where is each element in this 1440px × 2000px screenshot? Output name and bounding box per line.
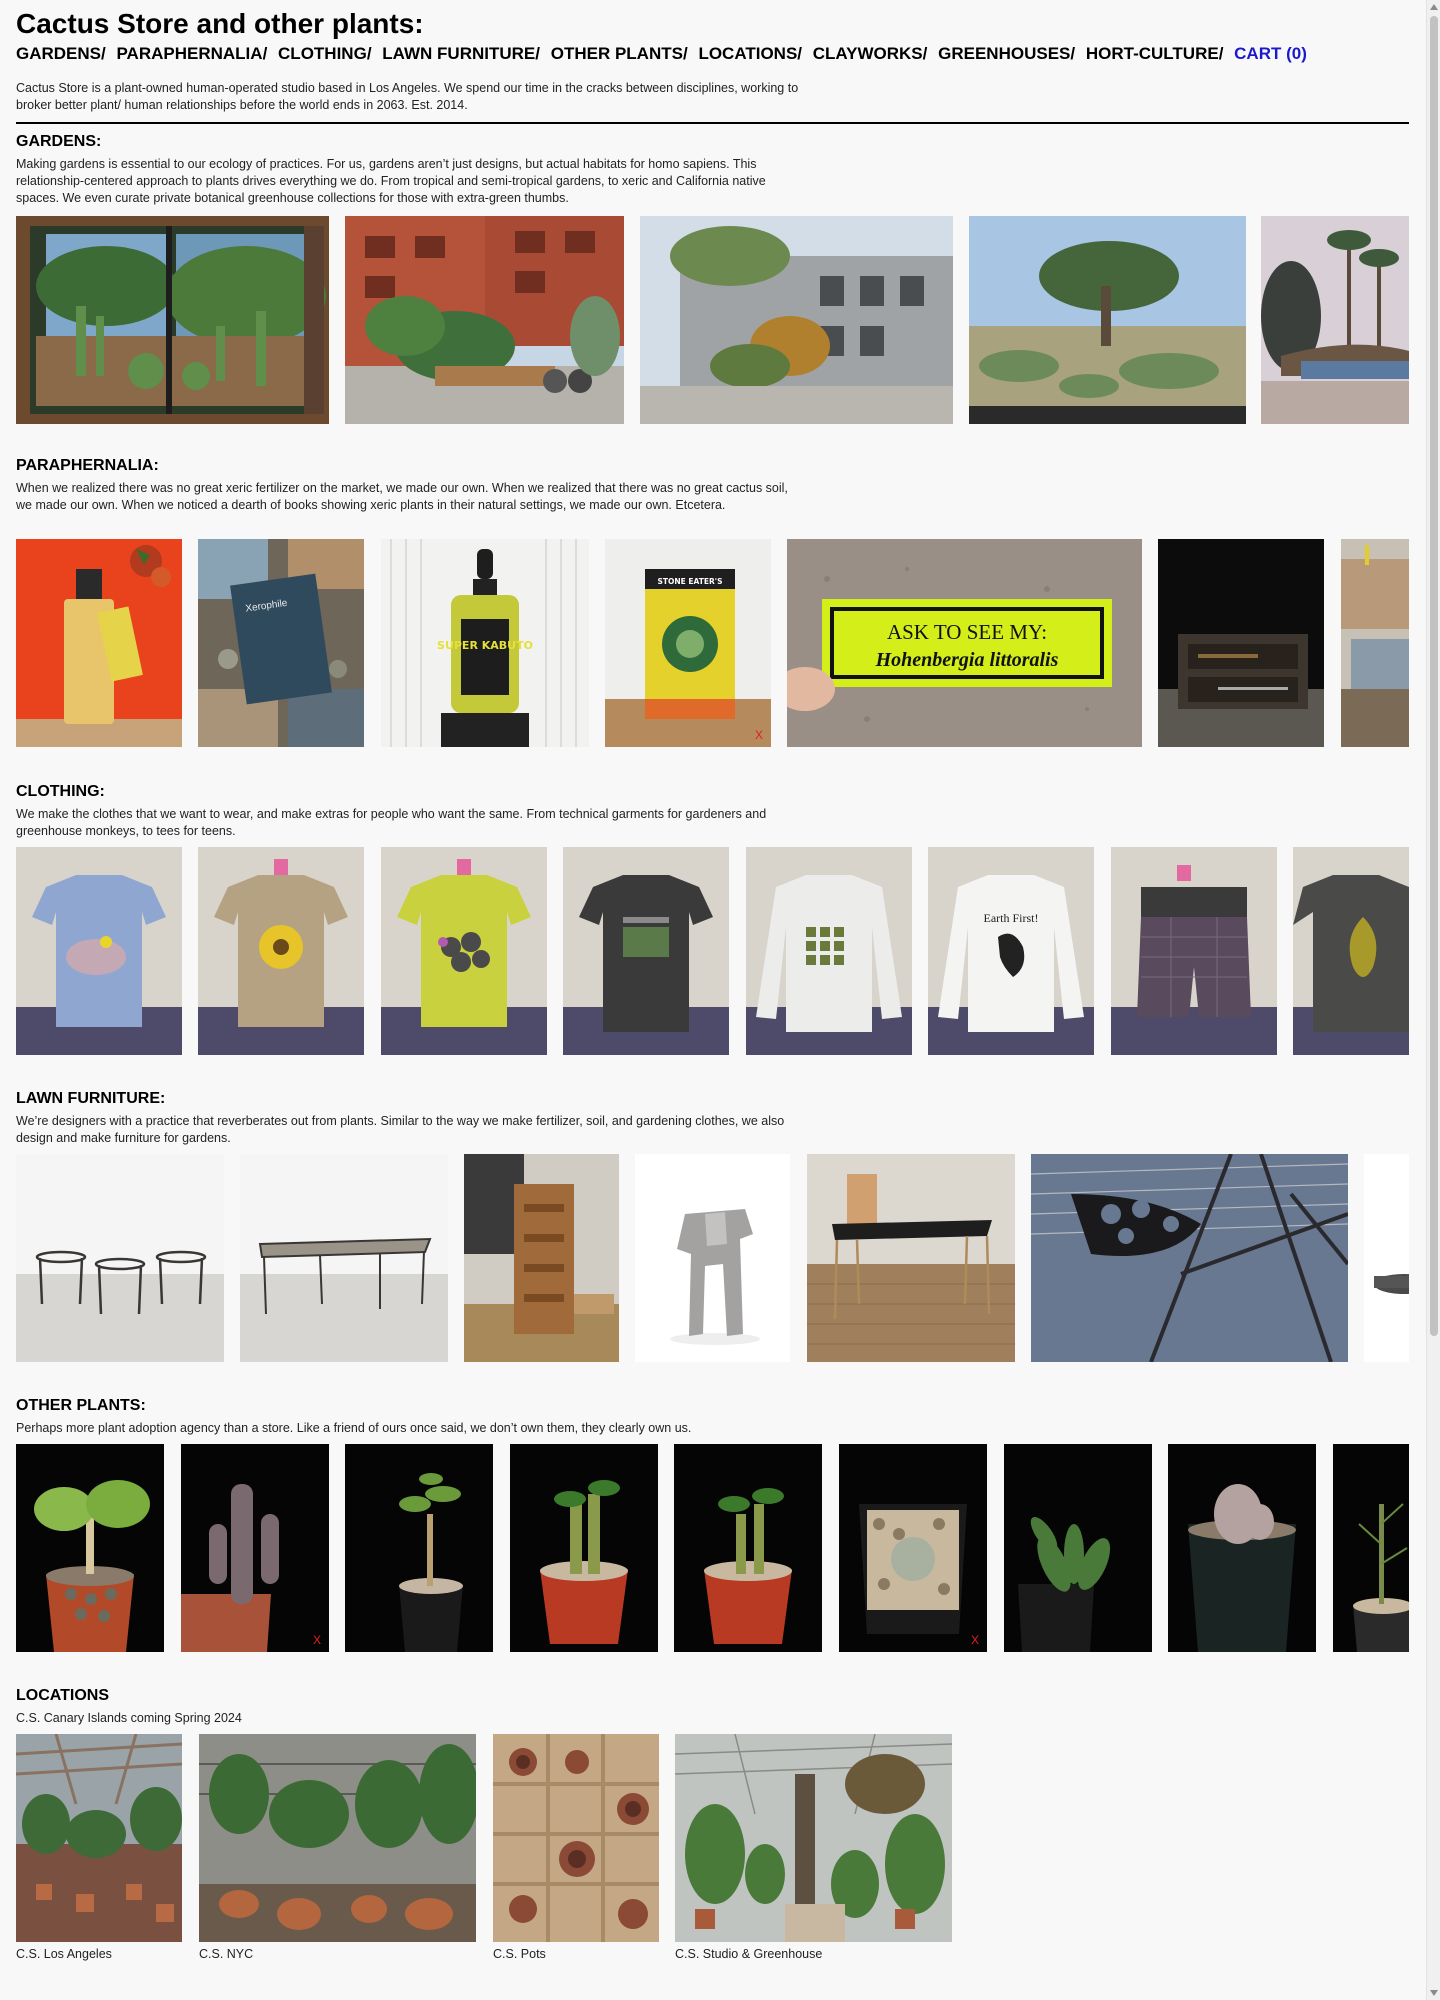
location-los-angeles[interactable]	[16, 1734, 182, 1942]
scrollbar-thumb[interactable]	[1430, 16, 1438, 1336]
plant-item[interactable]	[16, 1444, 164, 1652]
paraphernalia-gallery: Xerophile SUPER KABUTO STONE EATER'S X A…	[16, 539, 1409, 747]
plant-item[interactable]: X	[181, 1444, 329, 1652]
section-description: When we realized there was no great xeri…	[16, 481, 788, 512]
furniture-item[interactable]	[1364, 1154, 1409, 1362]
nav-lawn-furniture[interactable]: LAWN FURNITURE	[382, 44, 535, 63]
plant-item[interactable]	[1168, 1444, 1316, 1652]
section-description: We’re designers with a practice that rev…	[16, 1114, 785, 1145]
section-title: LAWN FURNITURE:	[16, 1090, 166, 1107]
section-title: GARDENS:	[16, 133, 102, 150]
sold-mark: X	[971, 1633, 979, 1647]
plant-item[interactable]	[1004, 1444, 1152, 1652]
section-title: LOCATIONS	[16, 1687, 110, 1704]
plant-item[interactable]	[1333, 1444, 1409, 1652]
section-description: Making gardens is essential to our ecolo…	[16, 157, 766, 205]
location-studio-greenhouse[interactable]	[675, 1734, 952, 1942]
clothing-item[interactable]	[746, 847, 912, 1055]
nav-greenhouses[interactable]: GREENHOUSES	[938, 44, 1070, 63]
furniture-item[interactable]	[635, 1154, 790, 1362]
location-nyc[interactable]	[199, 1734, 476, 1942]
section-description: We make the clothes that we want to wear…	[16, 807, 767, 838]
plant-item[interactable]	[345, 1444, 493, 1652]
sign-line-1: ASK TO SEE MY:	[887, 620, 1047, 644]
header-divider	[16, 122, 1409, 124]
other-plants-gallery: X X	[16, 1444, 1409, 1652]
section-gardens: GARDENS: Making gardens is essential to …	[16, 133, 1409, 424]
garden-photo[interactable]	[969, 216, 1246, 424]
clothing-item[interactable]	[1111, 847, 1277, 1055]
product-perfume[interactable]	[16, 539, 182, 747]
clothing-item[interactable]	[381, 847, 547, 1055]
vertical-scrollbar[interactable]	[1426, 0, 1440, 2000]
location-caption[interactable]: C.S. Studio & Greenhouse	[675, 1946, 822, 1962]
nav-locations[interactable]: LOCATIONS	[698, 44, 797, 63]
product-book[interactable]: Xerophile	[198, 539, 364, 747]
clothing-item[interactable]	[563, 847, 729, 1055]
sold-mark: X	[313, 1633, 321, 1647]
section-other-plants: OTHER PLANTS: Perhaps more plant adoptio…	[16, 1397, 1409, 1652]
sold-mark: X	[755, 728, 763, 742]
clothing-item[interactable]	[1293, 847, 1409, 1055]
section-description: Perhaps more plant adoption agency than …	[16, 1421, 692, 1435]
location-caption[interactable]: C.S. Los Angeles	[16, 1946, 112, 1962]
section-title: OTHER PLANTS:	[16, 1397, 146, 1414]
section-title: PARAPHERNALIA:	[16, 457, 159, 474]
location-caption[interactable]: C.S. NYC	[199, 1946, 253, 1962]
furniture-item[interactable]	[16, 1154, 224, 1362]
nav-paraphernalia[interactable]: PARAPHERNALIA	[116, 44, 262, 63]
garden-photo[interactable]	[1261, 216, 1409, 424]
scroll-up-arrow-icon[interactable]	[1430, 4, 1438, 10]
furniture-item[interactable]	[1031, 1154, 1348, 1362]
lawn-furniture-gallery	[16, 1154, 1409, 1362]
site-title[interactable]: Cactus Store and other plants:	[16, 8, 1409, 40]
nav-clayworks[interactable]: CLAYWORKS	[813, 44, 923, 63]
nav-clothing[interactable]: CLOTHING	[278, 44, 367, 63]
garden-photo[interactable]	[16, 216, 329, 424]
location-pots[interactable]	[493, 1734, 659, 1942]
product-fertilizer-bottle[interactable]: SUPER KABUTO	[381, 539, 589, 747]
section-paraphernalia: PARAPHERNALIA: When we realized there wa…	[16, 457, 1409, 747]
furniture-item[interactable]	[807, 1154, 1015, 1362]
garden-photo[interactable]	[640, 216, 953, 424]
nav-other-plants[interactable]: OTHER PLANTS	[551, 44, 683, 63]
furniture-item[interactable]	[240, 1154, 448, 1362]
nav-gardens[interactable]: GARDENS	[16, 44, 101, 63]
bottle-label-text: SUPER KABUTO	[437, 639, 533, 652]
plant-item[interactable]	[510, 1444, 658, 1652]
plant-item[interactable]	[674, 1444, 822, 1652]
locations-gallery	[16, 1734, 1409, 1942]
section-title: CLOTHING:	[16, 783, 105, 800]
nav-cart[interactable]: CART (0)	[1234, 44, 1307, 63]
location-caption[interactable]: C.S. Pots	[493, 1946, 546, 1962]
clothing-item[interactable]	[198, 847, 364, 1055]
clothing-item[interactable]: Earth First!	[928, 847, 1094, 1055]
clothing-item[interactable]	[16, 847, 182, 1055]
plant-item[interactable]: X	[839, 1444, 987, 1652]
nav-hort-culture[interactable]: HORT-CULTURE	[1086, 44, 1219, 63]
box-label-text: STONE EATER'S	[658, 577, 723, 586]
page: Cactus Store and other plants: GARDENS/ …	[16, 0, 1409, 1961]
tee-text: Earth First!	[984, 911, 1039, 925]
section-lawn-furniture: LAWN FURNITURE: We’re designers with a p…	[16, 1090, 1409, 1362]
product-soil-box[interactable]: STONE EATER'S X	[605, 539, 771, 747]
sign-line-2: Hohenbergia littoralis	[875, 649, 1059, 671]
gardens-gallery	[16, 216, 1409, 424]
section-locations: LOCATIONS C.S. Canary Islands coming Spr…	[16, 1687, 1409, 1961]
product-planter[interactable]	[1341, 539, 1409, 747]
main-nav: GARDENS/ PARAPHERNALIA/ CLOTHING/ LAWN F…	[16, 44, 1307, 63]
scroll-down-arrow-icon[interactable]	[1430, 1990, 1438, 1996]
intro-text: Cactus Store is a plant-owned human-oper…	[16, 81, 799, 112]
section-description: C.S. Canary Islands coming Spring 2024	[16, 1711, 242, 1725]
clothing-gallery: Earth First!	[16, 847, 1409, 1055]
garden-photo[interactable]	[345, 216, 624, 424]
product-tool-box[interactable]	[1158, 539, 1324, 747]
product-plant-sign[interactable]: ASK TO SEE MY: Hohenbergia littoralis	[787, 539, 1142, 747]
furniture-item[interactable]	[464, 1154, 619, 1362]
section-clothing: CLOTHING: We make the clothes that we wa…	[16, 783, 1409, 1055]
